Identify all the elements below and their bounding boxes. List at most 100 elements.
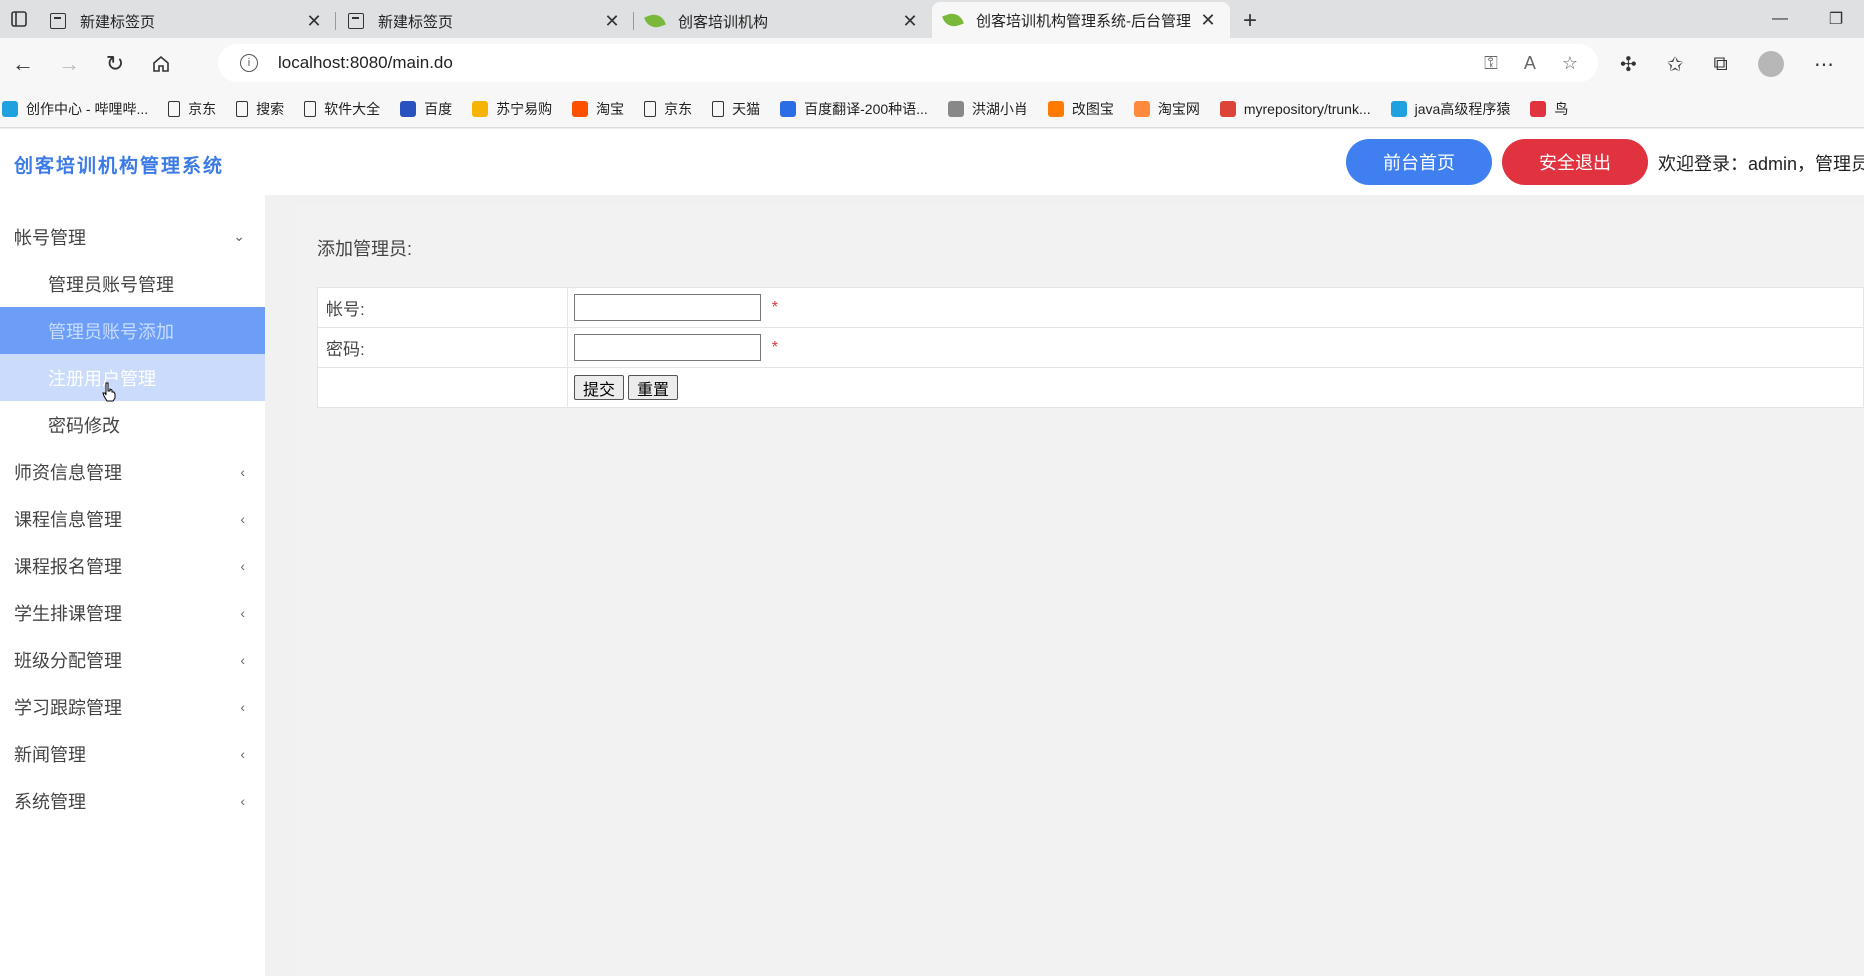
collections-icon[interactable]: ⧉ bbox=[1714, 53, 1728, 76]
page-icon bbox=[50, 13, 66, 29]
browser-tab-4-active[interactable]: 创客培训机构管理系统-后台管理 ✕ bbox=[932, 2, 1230, 38]
front-home-button[interactable]: 前台首页 bbox=[1346, 139, 1492, 185]
close-icon[interactable]: ✕ bbox=[1198, 10, 1218, 31]
window-controls: — ❐ bbox=[1752, 0, 1864, 38]
url-text[interactable]: localhost:8080/main.do bbox=[278, 53, 453, 73]
required-mark: * bbox=[771, 298, 778, 316]
form-row-actions: 提交 重置 bbox=[317, 367, 1864, 408]
new-tab-button[interactable]: + bbox=[1230, 4, 1270, 38]
account-field-cell: * bbox=[567, 287, 1864, 328]
browser-tab-2[interactable]: 新建标签页 ✕ bbox=[336, 4, 634, 38]
chevron-left-icon: ‹ bbox=[240, 557, 245, 574]
bookmark-item[interactable]: 苏宁易购 bbox=[472, 99, 552, 119]
account-input[interactable] bbox=[574, 294, 761, 321]
bookmark-item[interactable]: 搜索 bbox=[236, 99, 284, 119]
sidebar-group-label: 学习跟踪管理 bbox=[14, 697, 122, 718]
bookmark-item[interactable]: 天猫 bbox=[712, 99, 760, 119]
sidebar-item-label: 管理员账号添加 bbox=[48, 321, 174, 342]
reset-button[interactable]: 重置 bbox=[628, 375, 679, 400]
submit-button[interactable]: 提交 bbox=[574, 375, 625, 400]
chevron-left-icon: ‹ bbox=[240, 651, 245, 668]
address-bar-actions: ⚿ A ☆ bbox=[1484, 44, 1578, 82]
chevron-left-icon: ‹ bbox=[240, 698, 245, 715]
close-icon[interactable]: ✕ bbox=[602, 11, 622, 32]
page-icon bbox=[304, 100, 317, 117]
bookmark-item[interactable]: 淘宝网 bbox=[1133, 99, 1200, 119]
restore-button[interactable]: ❐ bbox=[1808, 0, 1864, 38]
sidebar-group-account[interactable]: 帐号管理 ⌄ bbox=[0, 213, 265, 260]
address-bar[interactable]: i localhost:8080/main.do ⚿ A ☆ bbox=[218, 44, 1598, 82]
sidebar-item-admin-manage[interactable]: 管理员账号管理 bbox=[0, 260, 265, 307]
tab-title: 新建标签页 bbox=[378, 13, 454, 31]
info-icon[interactable]: i bbox=[240, 54, 258, 72]
bookmark-label: 京东 bbox=[664, 100, 693, 117]
page-icon bbox=[168, 100, 181, 117]
more-icon[interactable]: ⋯ bbox=[1814, 52, 1834, 77]
required-mark: * bbox=[771, 338, 778, 356]
sidebar-group-teachers[interactable]: 师资信息管理 ‹ bbox=[0, 448, 265, 495]
sidebar-group-news[interactable]: 新闻管理 ‹ bbox=[0, 730, 265, 777]
bookmark-label: 苏宁易购 bbox=[496, 100, 553, 117]
browser-tab-strip: 新建标签页 ✕ 新建标签页 ✕ 创客培训机构 ✕ 创客培训机构管理系统-后台管理… bbox=[0, 0, 1864, 38]
reload-icon: ↻ bbox=[105, 51, 125, 76]
leaf-icon bbox=[644, 11, 666, 31]
browser-tab-3[interactable]: 创客培训机构 ✕ bbox=[634, 4, 932, 38]
back-button[interactable]: ← bbox=[0, 44, 46, 84]
add-favorite-icon[interactable]: ☆ bbox=[1562, 53, 1578, 74]
bookmark-item[interactable]: 淘宝 bbox=[572, 99, 624, 119]
minimize-button[interactable]: — bbox=[1752, 0, 1808, 38]
extensions-icon[interactable]: ✣ bbox=[1620, 52, 1637, 77]
reload-button[interactable]: ↻ bbox=[92, 44, 138, 84]
sidebar-item-admin-add[interactable]: 管理员账号添加 bbox=[0, 307, 265, 354]
password-input[interactable] bbox=[574, 334, 761, 361]
read-aloud-icon[interactable]: A bbox=[1524, 53, 1536, 74]
bookmark-item[interactable]: 鸟 bbox=[1530, 99, 1568, 119]
logout-button[interactable]: 安全退出 bbox=[1502, 139, 1648, 185]
close-icon[interactable]: ✕ bbox=[900, 11, 920, 32]
tab-actions-button[interactable] bbox=[0, 0, 38, 38]
chevron-left-icon: ‹ bbox=[240, 510, 245, 527]
bookmark-item[interactable]: 京东 bbox=[168, 99, 216, 119]
bookmark-item[interactable]: 百度 bbox=[400, 99, 452, 119]
sidebar-group-system[interactable]: 系统管理 ‹ bbox=[0, 777, 265, 824]
page-title: 添加管理员: bbox=[317, 239, 413, 259]
bookmark-label: myrepository/trunk... bbox=[1243, 100, 1371, 117]
chevron-left-icon: ‹ bbox=[240, 745, 245, 762]
bookmark-item[interactable]: 软件大全 bbox=[304, 99, 380, 119]
sidebar-group-courses[interactable]: 课程信息管理 ‹ bbox=[0, 495, 265, 542]
browser-tab-1[interactable]: 新建标签页 ✕ bbox=[38, 4, 336, 38]
sidebar-group-classes[interactable]: 班级分配管理 ‹ bbox=[0, 636, 265, 683]
home-button[interactable] bbox=[138, 44, 184, 84]
key-icon[interactable]: ⚿ bbox=[1484, 53, 1498, 74]
bookmark-item[interactable]: 改图宝 bbox=[1047, 99, 1114, 119]
sidebar-group-label: 系统管理 bbox=[14, 791, 86, 812]
account-label: 帐号: bbox=[317, 287, 568, 328]
sidebar-group-tracking[interactable]: 学习跟踪管理 ‹ bbox=[0, 683, 265, 730]
tab-actions-icon bbox=[11, 11, 27, 27]
form-row-account: 帐号: * bbox=[317, 287, 1864, 328]
bookmark-item[interactable]: 洪湖小肖 bbox=[947, 99, 1028, 119]
sidebar-item-user-manage[interactable]: 注册用户管理 bbox=[0, 354, 265, 401]
minimize-icon: — bbox=[1772, 10, 1788, 27]
sidebar-group-enrollment[interactable]: 课程报名管理 ‹ bbox=[0, 542, 265, 589]
bookmark-item[interactable]: 创作中心 - 哔哩哔... bbox=[2, 99, 148, 119]
sidebar-item-password-change[interactable]: 密码修改 bbox=[0, 401, 265, 448]
sidebar-group-label: 新闻管理 bbox=[14, 744, 86, 765]
bookmark-item[interactable]: myrepository/trunk... bbox=[1219, 100, 1371, 117]
bookmark-item[interactable]: java高级程序猿 bbox=[1390, 99, 1510, 119]
sidebar-group-scheduling[interactable]: 学生排课管理 ‹ bbox=[0, 589, 265, 636]
close-icon[interactable]: ✕ bbox=[304, 11, 324, 32]
sidebar-group-label: 学生排课管理 bbox=[14, 603, 122, 624]
leaf-icon bbox=[942, 10, 964, 30]
password-field-cell: * bbox=[567, 327, 1864, 368]
home-icon bbox=[153, 55, 169, 72]
browser-toolbar: ← → ↻ i localhost:8080/main.do ⚿ A ☆ ✣ ✩… bbox=[0, 38, 1864, 90]
taobao-icon bbox=[1133, 100, 1150, 117]
forward-button[interactable]: → bbox=[46, 44, 92, 84]
tab-title: 新建标签页 bbox=[80, 13, 156, 31]
bookmark-item[interactable]: 百度翻译-200种语... bbox=[780, 99, 928, 119]
favorites-icon[interactable]: ✩ bbox=[1667, 52, 1684, 77]
bookmark-item[interactable]: 京东 bbox=[644, 99, 692, 119]
profile-avatar[interactable] bbox=[1757, 51, 1784, 77]
restore-icon: ❐ bbox=[1828, 11, 1844, 28]
